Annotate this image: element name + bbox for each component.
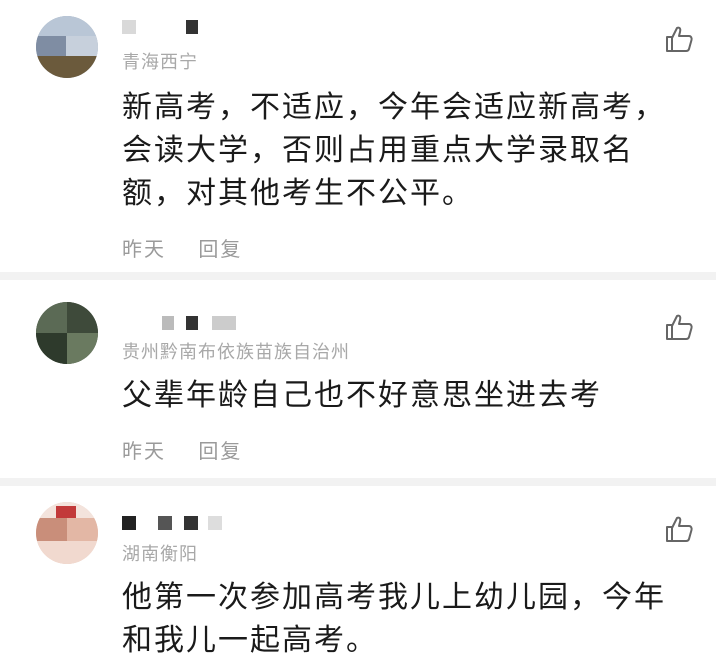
comment-text: 父辈年龄自己也不好意思坐进去考: [122, 378, 602, 413]
comment-location: 湖南衡阳: [122, 544, 198, 565]
avatar[interactable]: [36, 502, 98, 564]
comment-1: 青海西宁 新高考，不适应，今年会适应新高考，会读大学，否则占用重点大学录取名额，…: [0, 0, 716, 272]
comment-3: 湖南衡阳 他第一次参加高考我儿上幼儿园，今年和我儿一起高考。: [0, 486, 716, 658]
comment-text: 新高考，不适应，今年会适应新高考，会读大学，否则占用重点大学录取名额，对其他考生…: [122, 90, 666, 211]
comment-actions: 昨天 回复: [122, 233, 268, 262]
comment-time: 昨天: [122, 237, 166, 261]
thumbs-up-icon[interactable]: [664, 24, 694, 54]
divider: [0, 478, 716, 486]
comment-2: 贵州黔南布依族苗族自治州 父辈年龄自己也不好意思坐进去考 昨天 回复: [0, 280, 716, 478]
reply-button[interactable]: 回复: [198, 439, 242, 463]
thumbs-up-icon[interactable]: [664, 312, 694, 342]
comment-time: 昨天: [122, 439, 166, 463]
avatar[interactable]: [36, 16, 98, 78]
comment-text: 他第一次参加高考我儿上幼儿园，今年和我儿一起高考。: [122, 580, 666, 658]
comment-actions: 昨天 回复: [122, 435, 268, 464]
username-masked[interactable]: [122, 316, 242, 338]
comment-location: 贵州黔南布依族苗族自治州: [122, 342, 350, 363]
username-masked[interactable]: [122, 516, 232, 538]
thumbs-up-icon[interactable]: [664, 514, 694, 544]
reply-button[interactable]: 回复: [198, 237, 242, 261]
divider: [0, 272, 716, 280]
username-masked[interactable]: [122, 20, 212, 42]
avatar[interactable]: [36, 302, 98, 364]
comment-location: 青海西宁: [122, 52, 198, 73]
